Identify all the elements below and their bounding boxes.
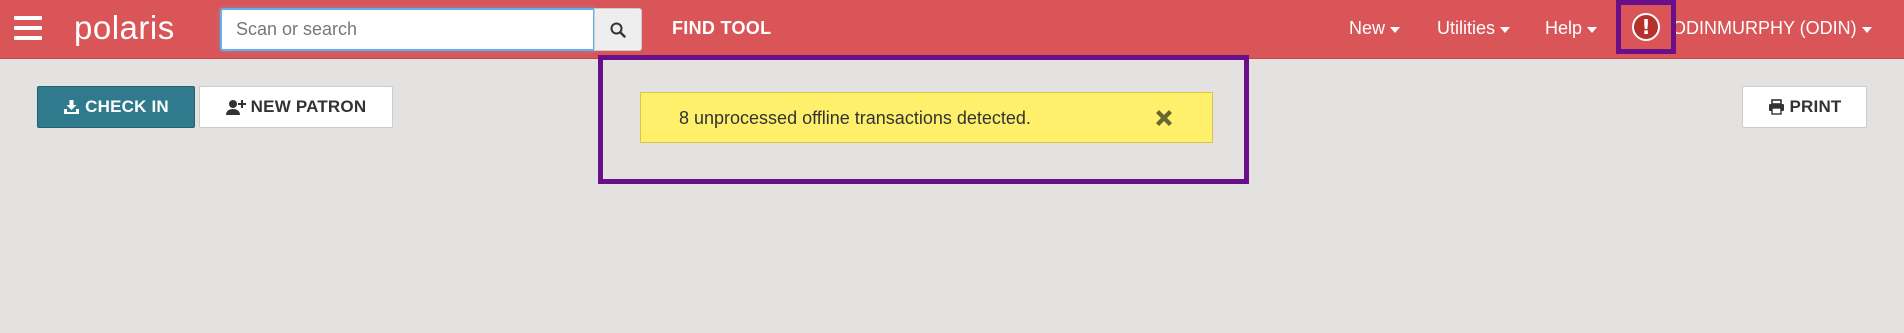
search-bar (220, 8, 642, 51)
print-button[interactable]: PRINT (1742, 86, 1867, 128)
user-menu[interactable]: ODINMURPHY (ODIN) (1672, 18, 1872, 39)
print-icon (1768, 99, 1785, 115)
alert-button[interactable]: ! (1616, 0, 1676, 54)
caret-down-icon (1587, 26, 1598, 33)
search-button[interactable] (594, 8, 642, 51)
alert-icon: ! (1632, 13, 1660, 41)
menu-icon[interactable] (14, 16, 44, 40)
caret-down-icon (1390, 26, 1401, 33)
new-patron-label: NEW PATRON (250, 97, 367, 116)
menu-new[interactable]: New (1349, 18, 1401, 39)
menu-help[interactable]: Help (1545, 18, 1598, 39)
check-in-label: CHECK IN (85, 97, 169, 116)
notice-message: 8 unprocessed offline transactions detec… (679, 108, 1031, 128)
close-icon[interactable] (1152, 106, 1176, 130)
offline-transactions-notice: 8 unprocessed offline transactions detec… (640, 92, 1213, 143)
search-icon (610, 22, 626, 38)
caret-down-icon (1861, 26, 1872, 33)
menu-help-label: Help (1545, 18, 1583, 38)
search-input[interactable] (220, 8, 595, 51)
app-logo[interactable]: polaris (74, 9, 175, 47)
caret-down-icon (1500, 26, 1511, 33)
download-icon (63, 99, 80, 115)
check-in-button[interactable]: CHECK IN (37, 86, 195, 128)
user-plus-icon (225, 99, 246, 116)
menu-new-label: New (1349, 18, 1386, 38)
top-navbar: polaris FIND TOOL New Utilities Help ODI… (0, 0, 1904, 59)
user-name: ODINMURPHY (ODIN) (1672, 18, 1857, 38)
print-label: PRINT (1789, 97, 1842, 116)
menu-utilities-label: Utilities (1437, 18, 1496, 38)
find-tool-link[interactable]: FIND TOOL (672, 18, 771, 39)
new-patron-button[interactable]: NEW PATRON (199, 86, 393, 128)
menu-utilities[interactable]: Utilities (1437, 18, 1511, 39)
